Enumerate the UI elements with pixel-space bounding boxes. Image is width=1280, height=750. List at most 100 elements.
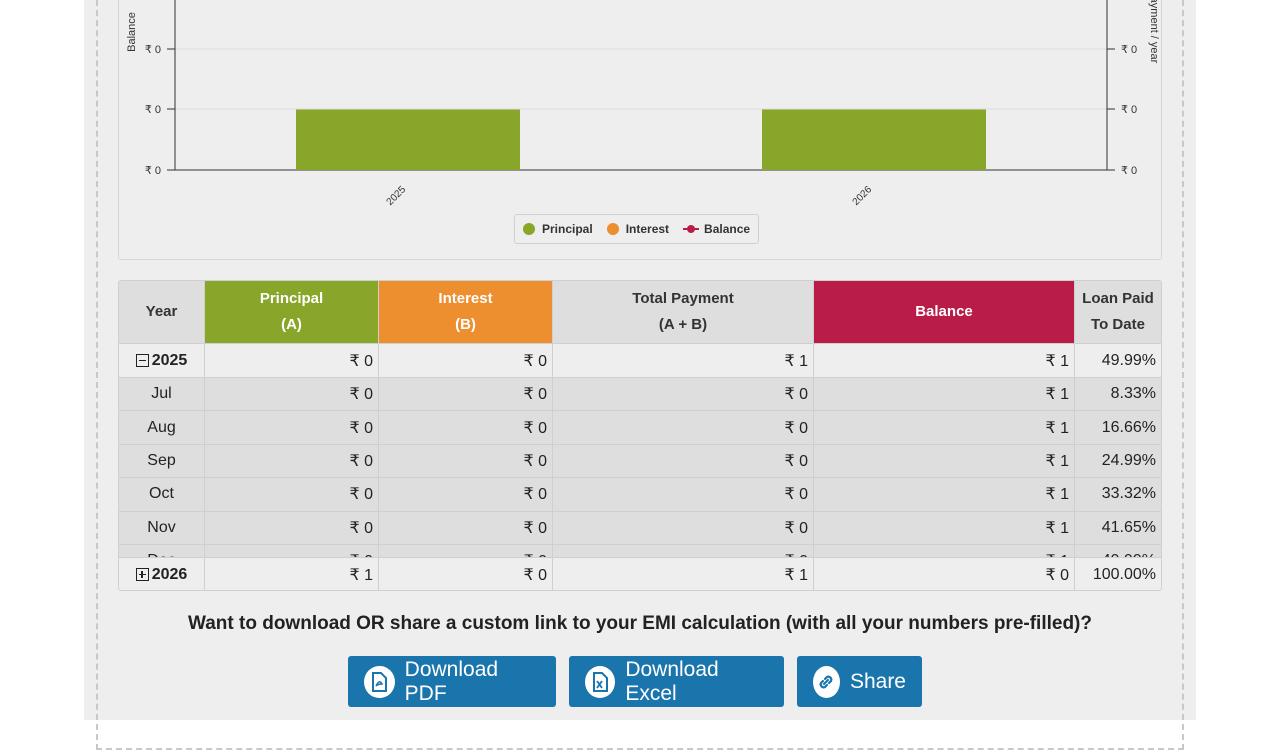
balance-cell: ₹ 1: [814, 411, 1075, 444]
month-cell: Aug: [119, 411, 205, 444]
right-axis-title: ayment / year: [1148, 0, 1160, 64]
interest-cell: ₹ 0: [379, 411, 553, 444]
header-interest-label: Interest: [438, 290, 493, 307]
month-cell: Nov: [119, 511, 205, 544]
balance-cell: ₹ 0: [814, 558, 1075, 590]
header-total-sub: (A + B): [658, 316, 708, 333]
right-tick-label: ₹ 0: [1121, 165, 1137, 177]
paid-cell: 24.99%: [1101, 451, 1156, 469]
interest-cell: ₹ 0: [379, 378, 553, 411]
download-excel-button[interactable]: Download Excel: [569, 656, 784, 707]
pdf-file-icon: [364, 665, 395, 698]
total-cell: ₹ 0: [553, 411, 814, 444]
month-cell: Dec: [119, 544, 205, 557]
paid-cell: 8.33%: [1110, 385, 1156, 403]
principal-cell: ₹ 1: [205, 558, 379, 590]
month-cell: Sep: [119, 444, 205, 478]
collapse-minus-icon[interactable]: [135, 354, 149, 367]
download-pdf-button[interactable]: Download PDF: [348, 656, 556, 707]
left-tick-label: ₹ 0: [145, 165, 161, 177]
download-share-prompt: Want to download OR share a custom link …: [188, 613, 1092, 634]
header-principal-label: Principal: [259, 290, 324, 307]
year-cell[interactable]: 2026: [119, 558, 205, 590]
legend-balance-label: Balance: [704, 222, 751, 236]
header-year-label: Year: [145, 303, 178, 320]
balance-line-icon: [683, 223, 700, 235]
legend-interest-label: Interest: [625, 222, 670, 236]
table-row: Nov ₹ 0 ₹ 0 ₹ 0 ₹ 1 41.65%: [119, 510, 1161, 544]
header-interest-sub: (B): [455, 316, 476, 333]
total-cell: ₹ 0: [553, 478, 814, 511]
year-row-2026[interactable]: 2026 ₹ 1 ₹ 0 ₹ 1 ₹ 0 100.00%: [119, 557, 1161, 590]
month-rows-scroll[interactable]: Jul ₹ 0 ₹ 0 ₹ 0 ₹ 1 8.33% Aug ₹ 0 ₹ 0 ₹ …: [119, 377, 1161, 557]
interest-cell: ₹ 0: [379, 478, 553, 511]
paid-cell: 41.65%: [1101, 518, 1156, 536]
download-pdf-label: Download PDF: [404, 657, 499, 705]
x-tick-label: 2025: [385, 184, 409, 208]
paid-cell: 33.32%: [1101, 485, 1156, 503]
balance-cell: ₹ 1: [814, 444, 1075, 478]
paid-cell: 49.99%: [1101, 351, 1156, 369]
total-cell: ₹ 0: [553, 544, 814, 557]
table-row: Sep ₹ 0 ₹ 0 ₹ 0 ₹ 1 24.99%: [119, 443, 1161, 478]
left-axis-title: Balance: [126, 12, 138, 52]
balance-cell: ₹ 1: [814, 478, 1075, 511]
principal-dot-icon: [523, 223, 535, 235]
balance-cell: ₹ 1: [814, 544, 1075, 557]
header-balance-label: Balance: [915, 303, 973, 320]
share-button[interactable]: Share: [797, 656, 922, 707]
total-cell: ₹ 1: [553, 344, 814, 377]
download-excel-label: Download Excel: [625, 657, 719, 705]
table-header: Year Principal (A) Interest (B) Total Paym…: [119, 281, 1161, 343]
year-label: 2026: [151, 565, 188, 583]
header-paid-label: Loan Paid: [1082, 290, 1154, 307]
legend-interest[interactable]: Interest: [606, 222, 670, 236]
expand-plus-icon[interactable]: [135, 568, 149, 581]
year-label: 2025: [151, 351, 188, 369]
table-row: Oct ₹ 0 ₹ 0 ₹ 0 ₹ 1 33.32%: [119, 477, 1161, 511]
header-interest: Interest (B): [379, 281, 553, 343]
header-loan-paid: Loan Paid To Date: [1075, 281, 1161, 343]
principal-cell: ₹ 0: [205, 378, 379, 411]
legend-principal[interactable]: Principal: [523, 222, 593, 236]
month-cell: Oct: [119, 478, 205, 511]
interest-cell: ₹ 0: [379, 444, 553, 478]
legend-principal-label: Principal: [542, 222, 593, 236]
interest-cell: ₹ 0: [379, 344, 553, 377]
excel-file-icon: [585, 665, 616, 698]
principal-bar: [762, 109, 986, 170]
year-row-2025[interactable]: 2025 ₹ 0 ₹ 0 ₹ 1 ₹ 1 49.99%: [119, 343, 1161, 377]
table-row: Dec ₹ 0 ₹ 0 ₹ 0 ₹ 1 49.99%: [119, 543, 1161, 557]
payment-schedule-table: Year Principal (A) Interest (B) Total Paym…: [118, 280, 1162, 591]
chart-panel: ₹ 0 ₹ 0 ₹ 0 ₹ 0 ₹ 0 ₹ 0 Balance ayment / year 20…: [118, 0, 1162, 260]
interest-cell: ₹ 0: [379, 558, 553, 590]
paid-cell: 100.00%: [1092, 565, 1156, 583]
paid-cell: 16.66%: [1101, 418, 1156, 436]
link-icon: [813, 665, 840, 698]
left-tick-label: ₹ 0: [145, 104, 161, 116]
interest-dot-icon: [606, 223, 619, 235]
total-cell: ₹ 0: [553, 511, 814, 544]
table-row: Jul ₹ 0 ₹ 0 ₹ 0 ₹ 1 8.33%: [119, 377, 1161, 411]
year-cell[interactable]: 2025: [119, 344, 205, 377]
paid-cell: 49.99%: [1075, 545, 1161, 557]
balance-cell: ₹ 1: [814, 344, 1075, 377]
legend-balance[interactable]: Balance: [683, 222, 750, 236]
principal-cell: ₹ 0: [205, 344, 379, 377]
balance-cell: ₹ 1: [814, 378, 1075, 411]
x-tick-label: 2026: [851, 184, 875, 208]
header-total-label: Total Payment: [632, 290, 734, 307]
total-cell: ₹ 0: [553, 444, 814, 478]
header-paid-sub: To Date: [1091, 316, 1145, 333]
header-balance: Balance: [814, 281, 1075, 343]
principal-cell: ₹ 0: [205, 511, 379, 544]
month-cell: Jul: [119, 378, 205, 411]
header-principal-sub: (A): [281, 316, 302, 333]
share-label: Share: [849, 669, 906, 693]
header-total-payment: Total Payment (A + B): [553, 281, 814, 343]
total-cell: ₹ 1: [553, 558, 814, 590]
header-principal: Principal (A): [205, 281, 379, 343]
principal-cell: ₹ 0: [205, 478, 379, 511]
principal-cell: ₹ 0: [205, 544, 379, 557]
principal-cell: ₹ 0: [205, 411, 379, 444]
